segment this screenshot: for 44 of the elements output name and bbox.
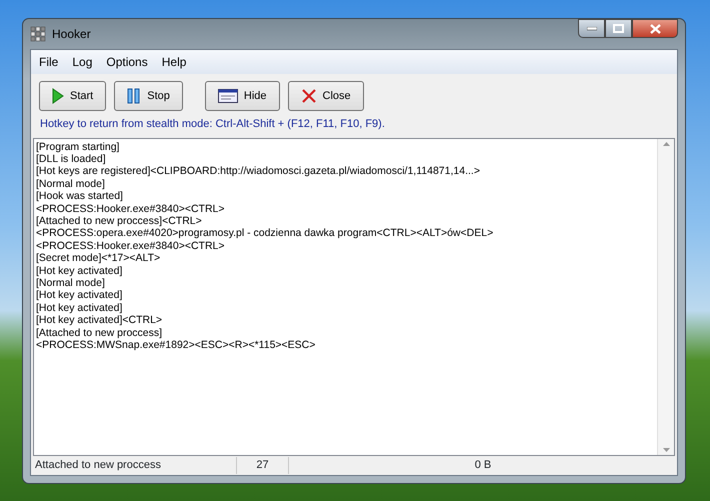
menu-item[interactable]: Log xyxy=(66,52,98,72)
log-line: [Secret mode]<*17><ALT> xyxy=(36,252,162,265)
status-text: Attached to new proccess xyxy=(31,457,237,474)
status-count: 27 xyxy=(237,457,289,474)
menu-item[interactable]: File xyxy=(33,52,64,72)
menu-item[interactable]: Options xyxy=(100,52,154,72)
close-button[interactable]: Close xyxy=(288,81,364,111)
status-size: 0 B xyxy=(474,458,492,474)
menu-item[interactable]: Help xyxy=(156,52,192,72)
scrollbar[interactable] xyxy=(657,138,674,455)
scroll-up-icon xyxy=(662,142,670,146)
close-icon xyxy=(300,88,316,104)
hotkey-hint: Hotkey to return from stealth mode: Ctrl-Alt-Shift + (F12, F11, F10, F9). xyxy=(39,117,386,132)
log-line: [Normal mode] xyxy=(36,276,106,290)
log-line: [Hook was started] xyxy=(36,190,124,203)
minimize-button[interactable] xyxy=(578,19,605,38)
log-line: [Normal mode] xyxy=(36,178,106,190)
log-line: [Hot key activated]<CTRL> xyxy=(36,314,164,327)
minimize-icon xyxy=(586,26,596,30)
log-line: <PROCESS:Hooker.exe#3840><CTRL> xyxy=(36,240,226,252)
scroll-down-icon xyxy=(662,448,670,452)
play-icon xyxy=(52,88,64,104)
stop-button[interactable]: Stop xyxy=(114,81,183,111)
close-icon xyxy=(650,24,660,34)
window-icon xyxy=(218,89,238,103)
hide-button[interactable]: Hide xyxy=(204,81,280,111)
log-line: [Hot key activated] xyxy=(36,302,124,314)
maximize-icon xyxy=(613,24,624,33)
log-line: <PROCESS:Hooker.exe#3840><CTRL> xyxy=(36,202,226,215)
log-line: [Attached to new proccess] xyxy=(36,326,164,339)
app-icon xyxy=(30,26,46,42)
log-line: [DLL is loaded] xyxy=(36,152,107,166)
log-line: [Attached to new proccess]<CTRL> xyxy=(36,214,203,228)
close-button[interactable] xyxy=(632,19,678,38)
log-line: <PROCESS:opera.exe#4020>programosy.pl - codzienna dawka program<CTRL><ALT>ów<DEL> xyxy=(36,227,494,240)
log-line: [Hot key activated] xyxy=(36,289,124,302)
maximize-button[interactable] xyxy=(605,19,632,38)
window-title: Hooker xyxy=(52,26,91,43)
pause-icon xyxy=(127,88,142,104)
start-button[interactable]: Start xyxy=(39,81,106,111)
log-line: <PROCESS:MWSnap.exe#1892><ESC><R><*115><ESC> xyxy=(36,339,316,352)
log-line: [Hot key activated] xyxy=(36,264,124,277)
log-line: [Program starting] xyxy=(36,140,120,153)
log-line: [Hot keys are registered]<CLIPBOARD:http://wiadomosci.gazeta.pl/wiadomosci/1,114871,14...> xyxy=(36,165,481,178)
